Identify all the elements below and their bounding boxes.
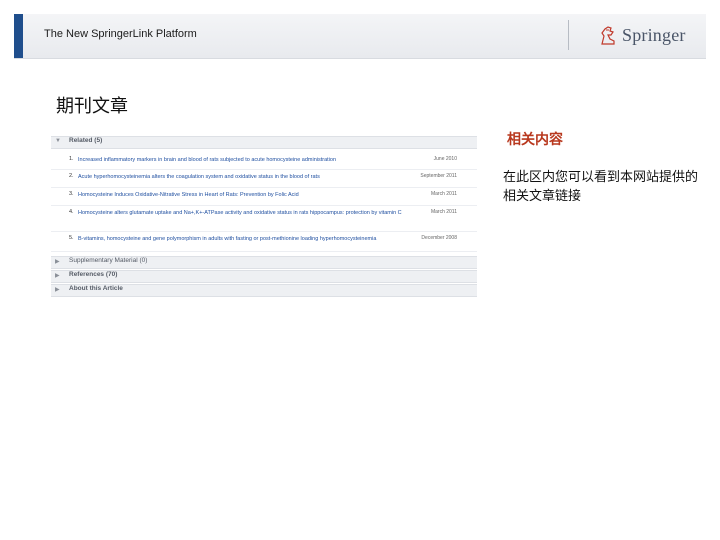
- related-section-label: Related (5): [69, 137, 103, 144]
- banner-accent-bar: [14, 14, 23, 58]
- related-item[interactable]: 1. Increased inflammatory markers in bra…: [51, 154, 477, 170]
- related-item-number: 3.: [69, 191, 74, 197]
- related-section-header[interactable]: ▼ Related (5): [51, 136, 477, 149]
- expand-arrow-icon: ▶: [55, 287, 60, 293]
- references-section-label: References (70): [69, 271, 118, 278]
- related-item-link[interactable]: Homocysteine alters glutamate uptake and…: [78, 209, 408, 217]
- related-item[interactable]: 3. Homocysteine Induces Oxidative-Nitrat…: [51, 189, 477, 206]
- related-item-number: 4.: [69, 209, 74, 215]
- springer-horse-icon: [598, 24, 618, 46]
- related-item-link[interactable]: B-vitamins, homocysteine and gene polymo…: [78, 235, 408, 243]
- about-section-label: About this Article: [69, 285, 123, 292]
- related-item-number: 2.: [69, 173, 74, 179]
- springer-logo[interactable]: Springer: [598, 22, 686, 48]
- related-item-number: 1.: [69, 156, 74, 162]
- related-item-date: December 2008: [421, 235, 457, 241]
- related-articles-panel: ▼ Related (5) 1. Increased inflammatory …: [51, 133, 477, 297]
- header-banner: The New SpringerLink Platform Springer: [14, 14, 706, 59]
- about-section-header[interactable]: ▶ About this Article: [51, 284, 477, 297]
- page-title: 期刊文章: [56, 96, 128, 117]
- related-item-link[interactable]: Homocysteine Induces Oxidative-Nitrative…: [78, 191, 408, 199]
- sidebar-title: 相关内容: [507, 132, 563, 148]
- related-item-date: September 2011: [420, 173, 457, 179]
- sidebar-description: 在此区内您可以看到本网站提供的相关文章链接: [503, 170, 699, 204]
- supplementary-section-label: Supplementary Material (0): [69, 257, 148, 264]
- related-item[interactable]: 5. B-vitamins, homocysteine and gene pol…: [51, 233, 477, 252]
- references-section-header[interactable]: ▶ References (70): [51, 270, 477, 283]
- platform-title: The New SpringerLink Platform: [44, 28, 197, 40]
- expand-arrow-icon: ▶: [55, 273, 60, 279]
- expand-arrow-icon: ▶: [55, 259, 60, 265]
- collapse-arrow-icon: ▼: [55, 138, 61, 144]
- related-item-date: March 2011: [430, 209, 457, 215]
- related-item-link[interactable]: Acute hyperhomocysteinemia alters the co…: [78, 173, 408, 181]
- supplementary-section-header[interactable]: ▶ Supplementary Material (0): [51, 256, 477, 269]
- related-item-number: 5.: [69, 235, 74, 241]
- related-item[interactable]: 2. Acute hyperhomocysteinemia alters the…: [51, 171, 477, 188]
- related-item-date: March 2011: [430, 191, 457, 197]
- related-item-link[interactable]: Increased inflammatory markers in brain …: [78, 156, 408, 164]
- logo-wordmark: Springer: [622, 24, 686, 45]
- banner-divider: [568, 20, 569, 50]
- related-item[interactable]: 4. Homocysteine alters glutamate uptake …: [51, 207, 477, 232]
- related-item-date: June 2010: [433, 156, 457, 162]
